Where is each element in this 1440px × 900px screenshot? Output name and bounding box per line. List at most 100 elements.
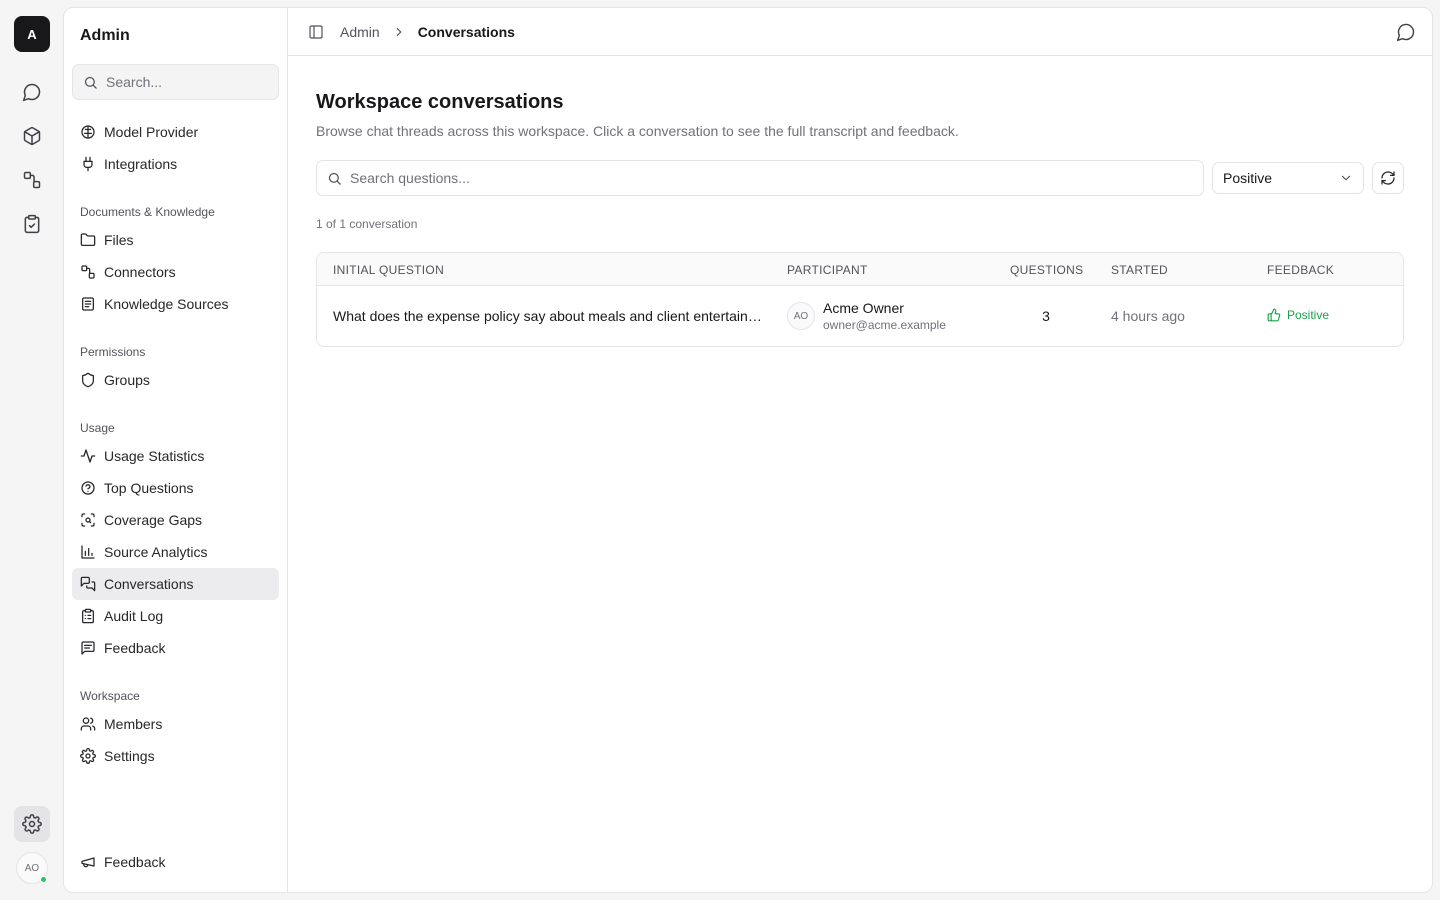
sidebar-title: Admin [80,27,130,44]
toggle-sidebar-icon[interactable] [308,24,324,40]
avatar-initials: AO [24,862,40,874]
sidebar-search[interactable] [72,64,279,100]
sidebar-item-label: Feedback [104,640,166,656]
sidebar-item-usage-statistics[interactable]: Usage Statistics [72,440,279,472]
bar-chart-icon [81,545,95,559]
user-avatar[interactable]: AO [16,852,48,884]
sidebar-item-label: Integrations [104,156,178,172]
feedback-label: Positive [1287,308,1330,322]
result-count: 1 of 1 conversation [316,217,418,231]
cube-icon[interactable] [14,118,50,154]
sidebar-item-coverage-gaps[interactable]: Coverage Gaps [72,504,279,536]
top-bar: Admin Conversations [288,8,1432,56]
main-card: Admin Model Provider Integrations Docume… [63,7,1433,893]
question-search[interactable] [316,160,1204,196]
section-title-permissions: Permissions [80,345,146,359]
refresh-icon [1381,171,1395,185]
connectors-icon[interactable] [14,162,50,198]
col-started: STARTED [1111,263,1168,277]
section-title-usage: Usage [80,421,115,435]
document-icon [82,297,94,311]
feedback-badge: Positive [1267,308,1329,322]
col-feedback: FEEDBACK [1267,263,1335,277]
sidebar-item-label: Connectors [104,264,176,280]
question-search-input[interactable] [350,170,1170,186]
table-header: INITIAL QUESTION PARTICIPANT QUESTIONS S… [317,253,1403,286]
conversations-table: INITIAL QUESTION PARTICIPANT QUESTIONS S… [316,252,1404,347]
megaphone-icon [81,857,95,868]
sidebar-item-label: Usage Statistics [104,448,205,464]
settings-gear-icon[interactable] [14,806,50,842]
scan-search-icon [81,513,95,527]
sidebar-item-label: Feedback [104,854,166,870]
breadcrumb-current: Conversations [417,23,515,40]
sidebar-item-settings[interactable]: Settings [72,740,279,772]
chat-bubble-icon[interactable] [1396,22,1416,42]
thumbs-up-icon [1267,308,1281,322]
participant-name: Acme Owner [823,300,904,316]
feedback-filter-select[interactable]: Positive [1212,162,1364,194]
folder-icon [80,233,96,246]
sidebar-item-conversations[interactable]: Conversations [72,568,279,600]
breadcrumb: Admin Conversations [340,24,515,40]
refresh-button[interactable] [1372,162,1404,194]
sidebar-item-label: Model Provider [104,124,199,140]
clipboard-list-icon [82,608,94,624]
chevron-right-icon [396,27,402,36]
sidebar-item-model-provider[interactable]: Model Provider [72,116,279,148]
col-initial-question: INITIAL QUESTION [333,263,445,277]
gear-icon [80,748,96,764]
sidebar-item-label: Top Questions [104,480,194,496]
sidebar-item-source-analytics[interactable]: Source Analytics [72,536,279,568]
content-area: Admin Conversations Workspace conversati… [288,8,1432,892]
sidebar-item-connectors[interactable]: Connectors [72,256,279,288]
search-icon [84,76,97,89]
filter-value: Positive [1223,170,1273,186]
sidebar-search-input[interactable] [106,74,266,90]
breadcrumb-parent[interactable]: Admin [340,24,380,40]
chevron-down-icon [1341,175,1351,181]
sidebar-item-knowledge-sources[interactable]: Knowledge Sources [72,288,279,320]
sidebar-item-label: Settings [104,748,155,764]
table-row[interactable]: What does the expense policy say about m… [317,286,1403,346]
chat-icon[interactable] [14,74,50,110]
workspace-logo[interactable]: A [14,16,50,52]
sidebar-item-label: Groups [104,372,150,388]
sidebar-item-groups[interactable]: Groups [72,364,279,396]
participant-email: owner@acme.example [823,318,946,332]
sidebar-item-members[interactable]: Members [72,708,279,740]
page-subtitle: Browse chat threads across this workspac… [316,123,959,139]
sidebar-item-label: Members [104,716,163,732]
sidebar-item-label: Conversations [104,576,194,592]
users-icon [80,717,96,731]
page-title: Workspace conversations [316,91,564,113]
sidebar-item-files[interactable]: Files [72,224,279,256]
sidebar-item-label: Knowledge Sources [104,296,229,312]
sidebar-item-integrations[interactable]: Integrations [72,148,279,180]
sidebar-item-feedback[interactable]: Feedback [72,632,279,664]
section-title-documents: Documents & Knowledge [80,205,215,219]
question-circle-icon [81,481,95,495]
activity-icon [80,449,96,463]
search-icon [328,172,341,185]
sidebar-item-label: Coverage Gaps [104,512,203,528]
app-rail: A AO [0,0,64,900]
message-square-text-icon [81,641,95,655]
sidebar-item-label: Audit Log [104,608,164,624]
section-title-workspace: Workspace [80,689,140,703]
plug-icon [83,156,93,172]
sidebar-item-send-feedback[interactable]: Feedback [72,846,279,878]
participant-avatar: AO [787,302,815,330]
connectors-icon [81,265,95,279]
sidebar-item-top-questions[interactable]: Top Questions [72,472,279,504]
sidebar-item-audit-log[interactable]: Audit Log [72,600,279,632]
shield-icon [82,372,94,388]
started-time: 4 hours ago [1111,308,1185,324]
sidebar-item-label: Source Analytics [104,544,208,560]
col-participant: PARTICIPANT [787,263,868,277]
messages-icon [80,576,96,592]
sidebar-item-label: Files [104,232,134,248]
admin-sidebar: Admin Model Provider Integrations Docume… [64,8,288,892]
online-status-dot [40,876,47,883]
clipboard-check-icon[interactable] [14,206,50,242]
